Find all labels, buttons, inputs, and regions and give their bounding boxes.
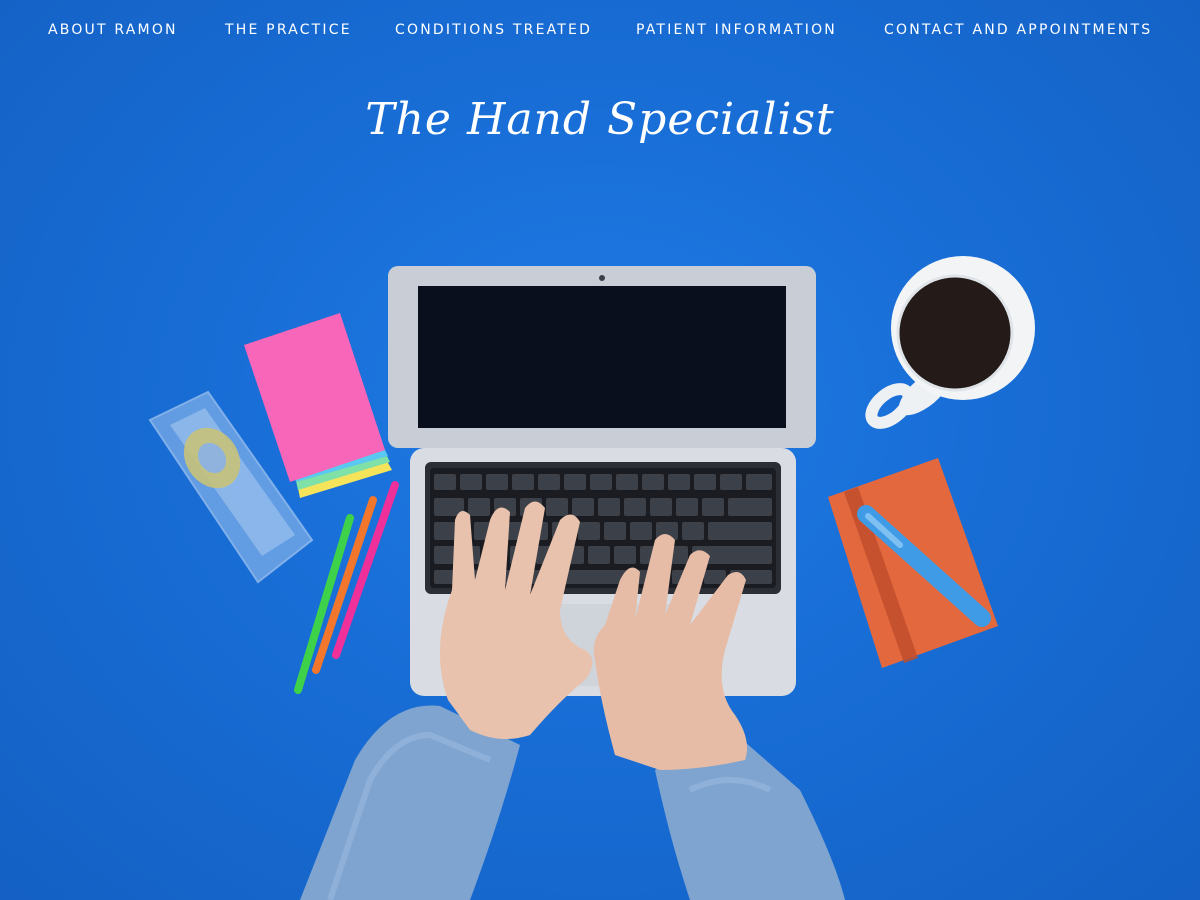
main-nav: ABOUT RAMON THE PRACTICE CONDITIONS TREA…	[0, 22, 1200, 42]
nav-item-conditions-treated[interactable]: CONDITIONS TREATED	[395, 22, 592, 38]
hero-background: ABOUT RAMON THE PRACTICE CONDITIONS TREA…	[0, 0, 1200, 900]
nav-item-patient-information[interactable]: PATIENT INFORMATION	[636, 22, 837, 38]
nav-item-contact-and-appointments[interactable]: CONTACT AND APPOINTMENTS	[884, 22, 1152, 38]
coffee-cup-icon	[865, 256, 1035, 429]
logo-text: The Hand Specialist	[365, 94, 835, 145]
sticky-notes-icon	[244, 313, 392, 498]
pens-icon	[294, 481, 399, 694]
site-logo[interactable]: The Hand Specialist	[360, 72, 840, 172]
nav-item-the-practice[interactable]: THE PRACTICE	[225, 22, 352, 38]
nav-item-about-ramon[interactable]: ABOUT RAMON	[48, 22, 178, 38]
